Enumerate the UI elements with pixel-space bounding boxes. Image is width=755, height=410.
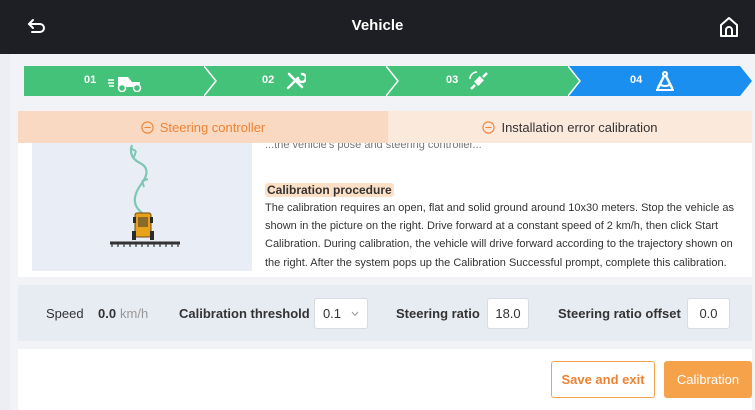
steering-ratio-offset-input[interactable]: 0.0 [687,298,730,329]
tab-steering-controller[interactable]: Steering controller [18,111,388,143]
steering-ratio-offset-value: 0.0 [699,306,718,321]
procedure-card: ...the vehicle's pose and steering contr… [18,143,752,277]
calibration-illustration [32,143,252,271]
minus-circle-icon [482,120,496,134]
speed-value: 0.0 [98,306,117,321]
steering-ratio-input[interactable]: 18.0 [487,298,529,329]
step-4[interactable]: 04 [568,66,752,96]
step-number: 01 [84,74,97,86]
step-3[interactable]: 03 [386,66,580,96]
minus-circle-icon [141,120,154,134]
threshold-select[interactable]: 0.1 [314,298,368,329]
parameters-row: Speed 0.0 km/h Calibration threshold 0.1… [18,285,752,341]
tab-label: Steering controller [159,119,266,135]
tractor-icon [108,77,142,92]
tools-icon [286,72,306,90]
save-and-exit-button[interactable]: Save and exit [551,361,655,398]
trajectory-diagram [110,144,180,247]
calibration-icon [656,71,674,91]
step-2[interactable]: 02 [204,66,398,96]
calibration-button[interactable]: Calibration [664,361,752,398]
step-1[interactable]: 01 [24,66,216,96]
tab-installation-error-calibration[interactable]: Installation error calibration [388,111,752,143]
home-icon[interactable] [717,15,741,39]
page-title: Vehicle [351,17,404,34]
step-number: 02 [262,74,275,86]
procedure-title: Calibration procedure [265,183,394,197]
step-number: 04 [630,74,643,86]
top-bar: Vehicle [0,0,755,54]
steering-ratio-offset-label: Steering ratio offset [558,306,681,321]
step-number: 03 [446,74,459,86]
threshold-label: Calibration threshold [179,306,310,321]
speed-label: Speed [46,306,84,321]
clipped-text: ...the vehicle's pose and steering contr… [265,143,482,151]
procedure-text: The calibration requires an open, flat a… [265,202,735,269]
step-progress: 01 02 03 04 [24,66,752,96]
speed-unit: km/h [120,306,149,321]
tab-label: Installation error calibration [501,119,658,135]
satellite-icon [469,71,488,90]
threshold-value: 0.1 [322,306,342,321]
chevron-down-icon [351,311,359,316]
tab-bar: Steering controller Installation error c… [18,111,752,143]
steering-ratio-label: Steering ratio [396,306,480,321]
footer-bar: Save and exit Calibration [18,349,752,410]
steering-ratio-value: 18.0 [495,306,521,321]
